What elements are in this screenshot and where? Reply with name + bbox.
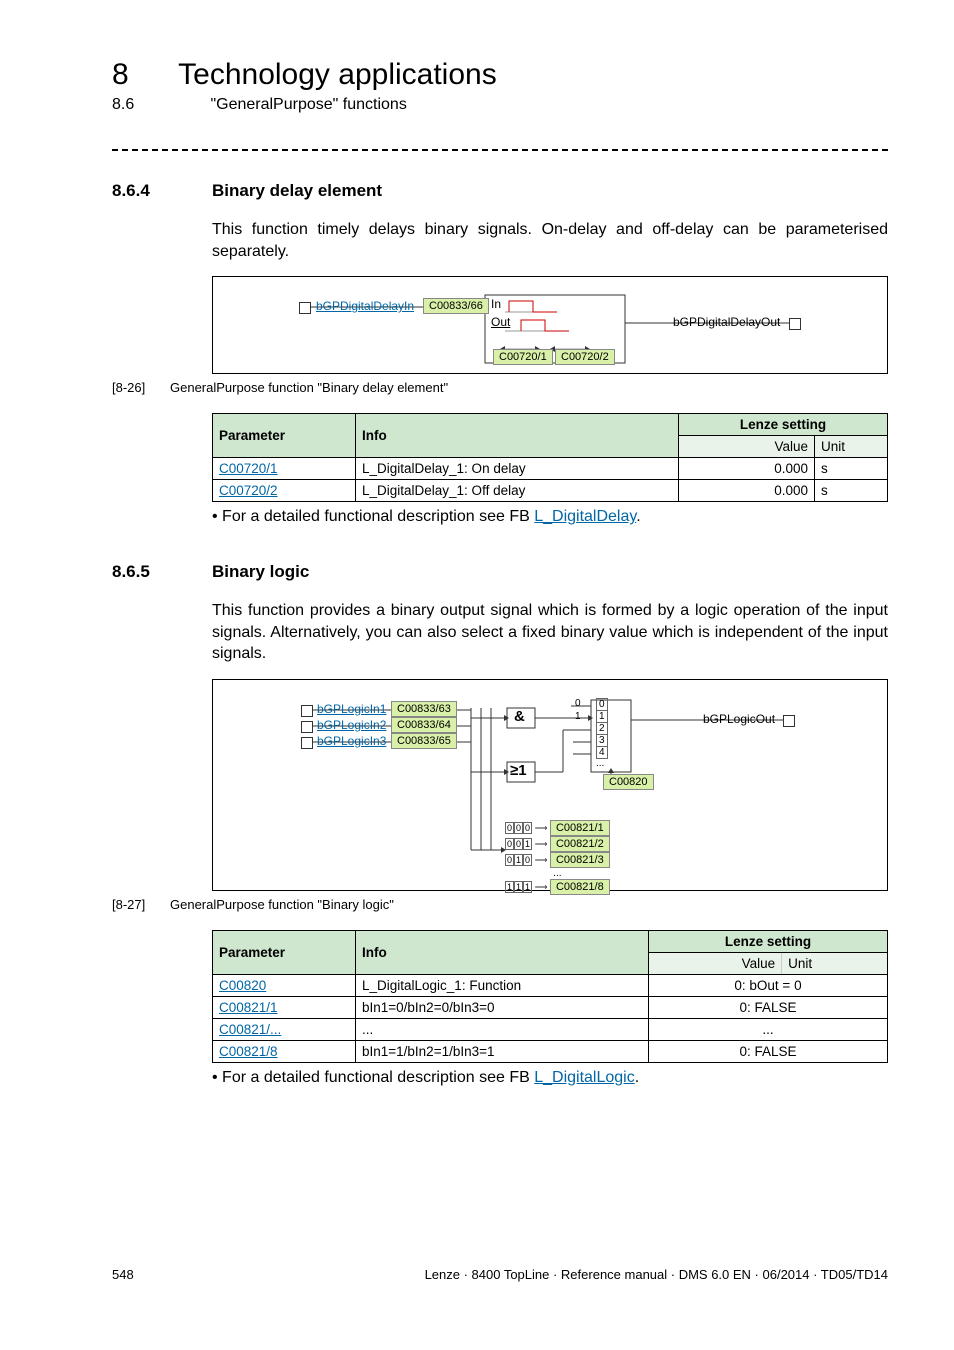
truth-row: 010 ⟶ C00821/3	[505, 852, 610, 868]
page-number: 548	[112, 1267, 134, 1282]
port-label: bGPLogicOut	[703, 712, 775, 726]
code-chip[interactable]: C00833/63	[391, 701, 457, 717]
col-header: Parameter	[213, 414, 356, 458]
section-title: "GeneralPurpose" functions	[210, 96, 406, 113]
code-chip[interactable]: C00820	[603, 774, 654, 790]
col-header: Info	[356, 414, 679, 458]
col-subheader: Unit	[815, 436, 888, 458]
mux-input-label: 1	[575, 711, 581, 722]
figure-binary-delay: bGPDigitalDelayIn C00833/66 In Out C0072…	[212, 276, 888, 374]
paragraph: This function timely delays binary signa…	[212, 219, 888, 262]
figure-binary-logic: bGPLogicIn1 C00833/63 bGPLogicIn2 C00833…	[212, 679, 888, 891]
table-row: C00720/1 L_DigitalDelay_1: On delay 0.00…	[213, 458, 888, 480]
note-line: • For a detailed functional description …	[212, 508, 888, 526]
box-label-in: In	[491, 297, 501, 311]
section-number: 8.6	[112, 96, 206, 114]
heading-number: 8.6.4	[112, 181, 212, 201]
chapter-number: 8	[112, 58, 129, 91]
input-port-icon	[301, 721, 313, 733]
code-chip[interactable]: C00821/8	[550, 879, 610, 895]
parameter-table: Parameter Info Lenze setting Value Unit …	[212, 413, 888, 502]
col-header: Info	[356, 930, 649, 974]
truth-row: 111 ⟶ C00821/8	[505, 879, 610, 895]
input-port-icon	[301, 705, 313, 717]
col-subheader: Unit	[782, 952, 888, 974]
output-port-icon	[783, 715, 795, 727]
divider	[112, 149, 888, 151]
truth-row: 000 ⟶ C00821/1	[505, 820, 610, 836]
heading-title: Binary logic	[212, 562, 309, 582]
chapter-title: Technology applications	[178, 58, 497, 91]
code-chip[interactable]: C00833/65	[391, 733, 457, 749]
heading-number: 8.6.5	[112, 562, 212, 582]
port-label: bGPLogicIn2	[317, 718, 386, 732]
param-link[interactable]: C00720/2	[219, 483, 278, 498]
col-subheader: Value	[679, 436, 815, 458]
col-header: Lenze setting	[679, 414, 888, 436]
param-link[interactable]: C00720/1	[219, 461, 278, 476]
code-chip[interactable]: C00833/64	[391, 717, 457, 733]
param-link[interactable]: C00820	[219, 978, 266, 993]
port-label: bGPLogicIn3	[317, 734, 386, 748]
port-label: bGPDigitalDelayIn	[316, 299, 414, 313]
param-link[interactable]: C00821/8	[219, 1044, 278, 1059]
port-label: bGPLogicIn1	[317, 702, 386, 716]
and-gate-label: &	[514, 708, 525, 725]
note-line: • For a detailed functional description …	[212, 1069, 888, 1087]
param-link[interactable]: C00821/1	[219, 1000, 278, 1015]
table-row: C00820 L_DigitalLogic_1: Function 0: bOu…	[213, 974, 888, 996]
port-label: bGPDigitalDelayOut	[673, 315, 780, 329]
truth-dots: ...	[505, 868, 610, 879]
paragraph: This function provides a binary output s…	[212, 600, 888, 665]
table-row: C00720/2 L_DigitalDelay_1: Off delay 0.0…	[213, 480, 888, 502]
fb-link[interactable]: L_DigitalDelay	[534, 508, 636, 525]
parameter-table: Parameter Info Lenze setting Value Unit …	[212, 930, 888, 1063]
truth-row: 001 ⟶ C00821/2	[505, 836, 610, 852]
code-chip[interactable]: C00821/2	[550, 836, 610, 852]
code-chip[interactable]: C00833/66	[423, 298, 489, 314]
mux-dots: ...	[596, 758, 604, 769]
mux-input-label: 0	[575, 698, 581, 709]
fb-link[interactable]: L_DigitalLogic	[534, 1069, 635, 1086]
code-chip[interactable]: C00720/1	[493, 349, 553, 365]
col-header: Parameter	[213, 930, 356, 974]
code-chip[interactable]: C00821/1	[550, 820, 610, 836]
col-header: Lenze setting	[649, 930, 888, 952]
footer-text: Lenze · 8400 TopLine · Reference manual …	[425, 1267, 888, 1282]
heading-title: Binary delay element	[212, 181, 382, 201]
output-port-icon	[789, 318, 801, 330]
figure-caption: [8-27]GeneralPurpose function "Binary lo…	[112, 897, 888, 912]
table-row: C00821/... ... ...	[213, 1018, 888, 1040]
box-label-out: Out	[491, 315, 510, 329]
code-chip[interactable]: C00821/3	[550, 852, 610, 868]
input-port-icon	[301, 737, 313, 749]
or-gate-label: ≥1	[510, 762, 527, 779]
code-chip[interactable]: C00720/2	[555, 349, 615, 365]
table-row: C00821/1 bIn1=0/bIn2=0/bIn3=0 0: FALSE	[213, 996, 888, 1018]
figure-caption: [8-26]GeneralPurpose function "Binary de…	[112, 380, 888, 395]
input-port-icon	[299, 302, 311, 314]
table-row: C00821/8 bIn1=1/bIn2=1/bIn3=1 0: FALSE	[213, 1040, 888, 1062]
param-link[interactable]: C00821/...	[219, 1022, 281, 1037]
col-subheader: Value	[649, 952, 782, 974]
